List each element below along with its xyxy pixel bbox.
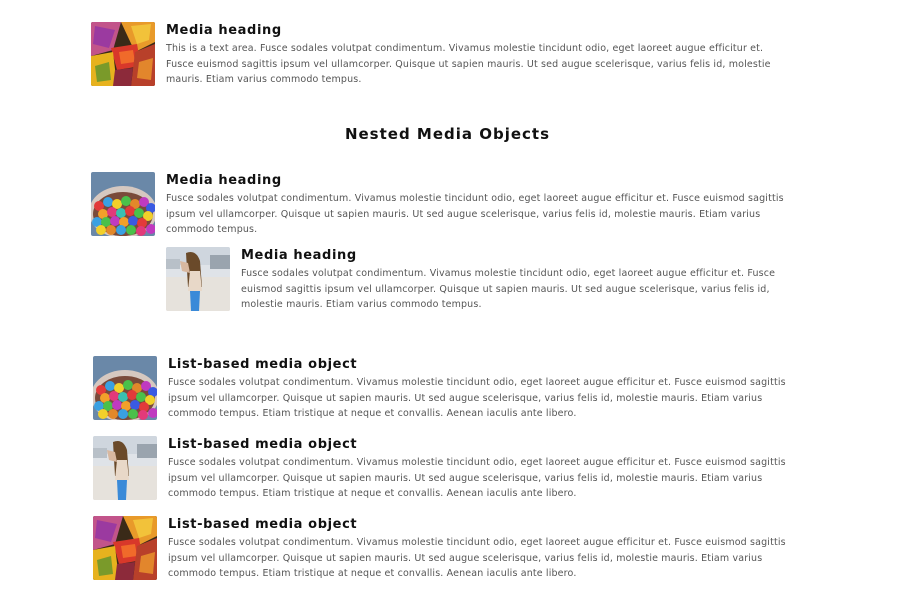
woman-beach-image — [93, 436, 157, 500]
media-body: List-based media object Fusce sodales vo… — [168, 436, 813, 502]
media-object-nested-inner: Media heading Fusce sodales volutpat con… — [166, 247, 798, 313]
media-body: Media heading Fusce sodales volutpat con… — [166, 172, 811, 238]
media-heading: Media heading — [241, 248, 357, 263]
section-title: Nested Media Objects — [344, 125, 551, 143]
media-text: Fusce sodales volutpat condimentum. Viva… — [166, 193, 784, 235]
media-heading: List-based media object — [168, 517, 358, 532]
media-heading: Media heading — [166, 23, 282, 38]
media-heading: Media heading — [166, 173, 282, 188]
media-text: Fusce sodales volutpat condimentum. Viva… — [168, 457, 786, 499]
media-object-nested-outer: Media heading Fusce sodales volutpat con… — [91, 172, 811, 238]
candy-bowl-image — [91, 172, 155, 236]
media-body: List-based media object Fusce sodales vo… — [168, 516, 813, 582]
media-object-top: Media heading This is a text area. Fusce… — [91, 22, 791, 88]
media-text: Fusce sodales volutpat condimentum. Viva… — [168, 377, 786, 419]
media-text: Fusce sodales volutpat condimentum. Viva… — [241, 268, 776, 310]
candy-bowl-image — [93, 356, 157, 420]
media-body: List-based media object Fusce sodales vo… — [168, 356, 813, 422]
media-heading: List-based media object — [168, 357, 358, 372]
media-heading: List-based media object — [168, 437, 358, 452]
media-body: Media heading This is a text area. Fusce… — [166, 22, 791, 88]
media-body: Media heading Fusce sodales volutpat con… — [241, 247, 798, 313]
list-item: List-based media object Fusce sodales vo… — [93, 356, 813, 422]
media-text: This is a text area. Fusce sodales volut… — [166, 43, 771, 85]
list-item: List-based media object Fusce sodales vo… — [93, 516, 813, 582]
woman-beach-image — [166, 247, 230, 311]
autumn-leaves-image — [93, 516, 157, 580]
autumn-leaves-image — [91, 22, 155, 86]
media-text: Fusce sodales volutpat condimentum. Viva… — [168, 537, 786, 579]
list-item: List-based media object Fusce sodales vo… — [93, 436, 813, 502]
